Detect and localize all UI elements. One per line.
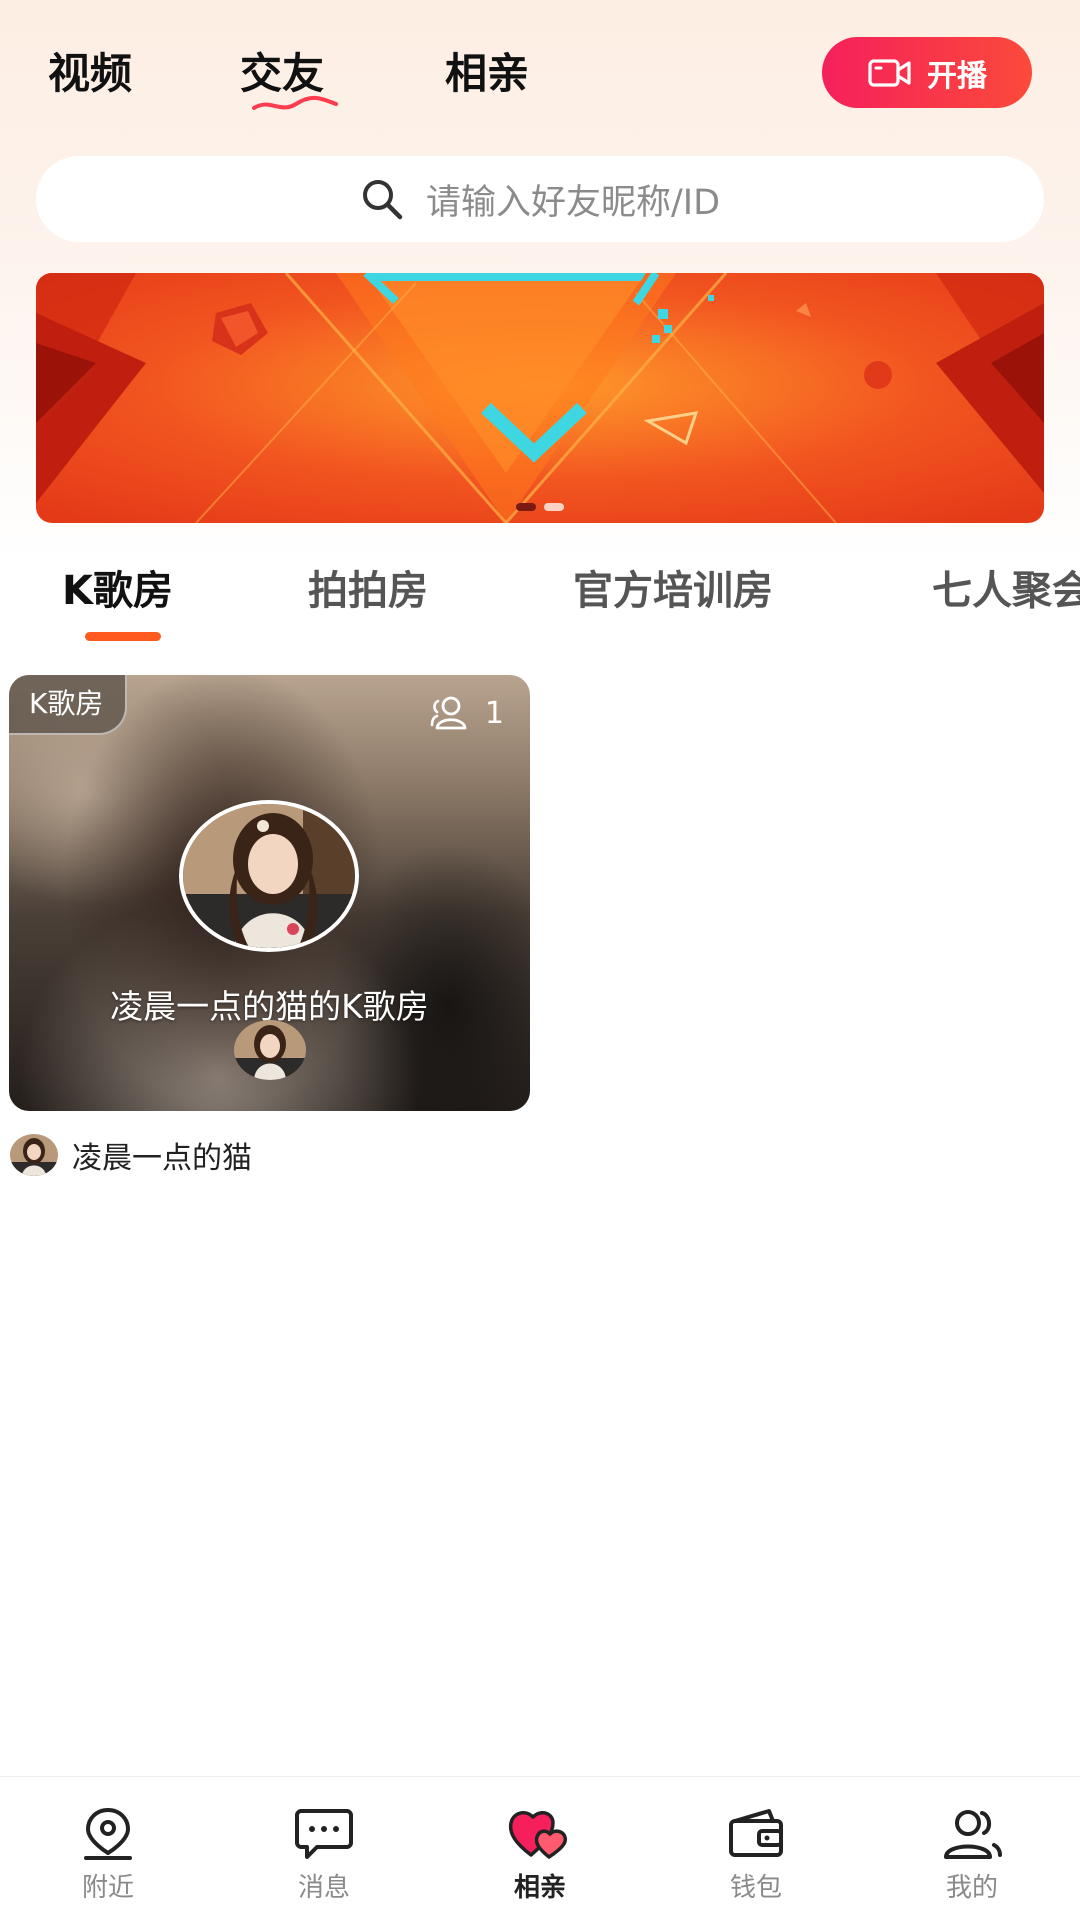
users-icon bbox=[944, 1810, 1002, 1859]
room-host-row[interactable]: 凌晨一点的猫 bbox=[10, 1133, 252, 1177]
bottom-tab-mine[interactable]: 我的 bbox=[912, 1805, 1032, 1904]
app-screen: 视频 交友 相亲 开播 请输入好友昵称/ID K歌房 拍拍房 官方培训房 七人聚… bbox=[0, 0, 1080, 1920]
tab-photo-room[interactable]: 拍拍房 bbox=[308, 558, 428, 616]
bottom-tab-wallet[interactable]: 钱包 bbox=[696, 1805, 816, 1904]
room-online-count: 1 bbox=[429, 695, 504, 731]
room-card[interactable]: K歌房 1 凌晨一点的猫的K歌房 bbox=[9, 675, 530, 1111]
room-mic-avatar bbox=[234, 1020, 306, 1080]
location-pin-icon bbox=[84, 1808, 132, 1860]
bottom-tab-label: 消息 bbox=[297, 1873, 350, 1903]
active-tab-underline bbox=[252, 96, 338, 110]
online-count-value: 1 bbox=[484, 695, 504, 731]
bottom-tab-label: 我的 bbox=[945, 1873, 998, 1903]
active-category-indicator bbox=[85, 632, 161, 641]
chat-bubble-icon bbox=[295, 1809, 353, 1859]
bottom-tab-messages[interactable]: 消息 bbox=[264, 1805, 384, 1904]
wallet-icon bbox=[729, 1809, 783, 1857]
search-bar[interactable]: 请输入好友昵称/ID bbox=[36, 156, 1044, 242]
promo-banner[interactable] bbox=[36, 273, 1044, 523]
tab-seven-person-party[interactable]: 七人聚会 bbox=[932, 558, 1080, 616]
bottom-nav: 附近 消息 相亲 钱包 我的 bbox=[0, 1776, 1080, 1920]
banner-pagination bbox=[36, 503, 1044, 511]
host-name: 凌晨一点的猫 bbox=[72, 1141, 252, 1176]
bottom-tab-label: 钱包 bbox=[729, 1873, 782, 1903]
bottom-tab-nearby[interactable]: 附近 bbox=[48, 1805, 168, 1904]
search-placeholder: 请输入好友昵称/ID bbox=[425, 182, 721, 223]
bottom-tab-label: 相亲 bbox=[513, 1873, 566, 1903]
banner-dot[interactable] bbox=[544, 503, 564, 511]
host-avatar bbox=[10, 1134, 58, 1176]
tab-video[interactable]: 视频 bbox=[48, 44, 132, 104]
room-category-tabs: K歌房 拍拍房 官方培训房 七人聚会 bbox=[0, 550, 1080, 641]
search-icon bbox=[362, 180, 403, 220]
tab-dating[interactable]: 相亲 bbox=[445, 44, 529, 104]
top-nav: 视频 交友 相亲 开播 bbox=[0, 0, 1080, 150]
room-type-badge: K歌房 bbox=[9, 675, 128, 735]
mic-user-portrait bbox=[234, 1020, 306, 1080]
room-host-avatar bbox=[179, 800, 359, 952]
start-live-label: 开播 bbox=[927, 58, 987, 94]
bottom-tab-label: 附近 bbox=[81, 1873, 134, 1903]
host-avatar-portrait bbox=[10, 1134, 58, 1176]
bottom-tab-dating[interactable]: 相亲 bbox=[480, 1805, 600, 1904]
tab-official-training-room[interactable]: 官方培训房 bbox=[573, 558, 773, 616]
banner-graphic bbox=[36, 273, 1044, 523]
video-camera-icon bbox=[868, 58, 911, 87]
hearts-icon bbox=[508, 1811, 568, 1859]
banner-dot-active[interactable] bbox=[516, 503, 536, 511]
audience-icon bbox=[430, 696, 467, 730]
start-live-button[interactable]: 开播 bbox=[822, 37, 1032, 108]
tab-karaoke-room[interactable]: K歌房 bbox=[62, 558, 173, 616]
